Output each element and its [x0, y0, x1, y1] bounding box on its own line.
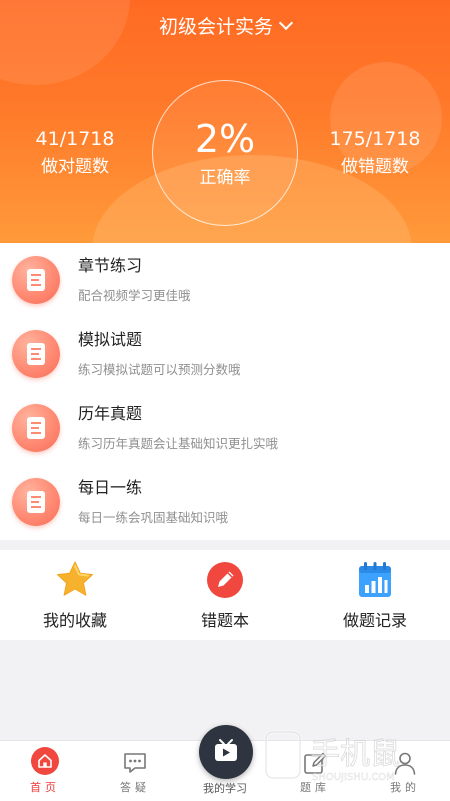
chevron-down-icon: [278, 15, 294, 31]
nav-study-label: 我的学习: [203, 782, 247, 795]
document-icon: [12, 404, 60, 452]
practice-subtitle: 练习历年真题会让基础知识更扎实哦: [78, 436, 279, 451]
edit-icon: [304, 752, 327, 774]
favorites-button[interactable]: 我的收藏: [0, 550, 150, 640]
practice-item-daily[interactable]: 每日一练 每日一练会巩固基础知识哦: [0, 465, 450, 539]
nav-label: 首页: [30, 781, 60, 794]
practice-title: 每日一练: [78, 478, 143, 497]
practice-item-chapter[interactable]: 章节练习 配合视频学习更佳哦: [0, 243, 450, 317]
correct-count: 41/1718: [35, 128, 115, 150]
practice-subtitle: 练习模拟试题可以预测分数哦: [78, 362, 241, 377]
nav-label: 题库: [300, 781, 330, 794]
document-icon: [12, 478, 60, 526]
wrong-stat: 175/1718 做错题数: [300, 126, 450, 180]
practice-title: 模拟试题: [78, 330, 143, 349]
correct-label: 做对题数: [41, 157, 109, 177]
correct-stat: 41/1718 做对题数: [0, 126, 150, 180]
practice-title: 历年真题: [78, 404, 143, 423]
practice-item-mock[interactable]: 模拟试题 练习模拟试题可以预测分数哦: [0, 317, 450, 391]
stats-header: 初级会计实务 41/1718 做对题数 2% 正确率 175/1718 做错题数: [0, 0, 450, 243]
tool-label: 错题本: [200, 611, 249, 630]
practice-subtitle: 每日一练会巩固基础知识哦: [78, 510, 229, 525]
wrong-label: 做错题数: [341, 157, 409, 177]
document-icon: [12, 256, 60, 304]
nav-qa[interactable]: 答疑: [90, 741, 180, 801]
home-icon: [31, 747, 59, 775]
document-icon: [12, 330, 60, 378]
practice-item-past[interactable]: 历年真题 练习历年真题会让基础知识更扎实哦: [0, 391, 450, 465]
subject-title: 初级会计实务: [158, 16, 273, 38]
nav-label: 我的: [390, 781, 420, 794]
star-icon: [57, 561, 93, 596]
tv-play-icon: [215, 739, 237, 761]
nav-study-button[interactable]: [199, 725, 253, 779]
wrong-book-button[interactable]: 错题本: [150, 550, 300, 640]
subject-selector[interactable]: 初级会计实务: [0, 14, 450, 40]
nav-label: 答疑: [120, 781, 150, 794]
chart-calendar-icon: [359, 562, 391, 597]
accuracy-value: 2%: [194, 117, 256, 161]
practice-subtitle: 配合视频学习更佳哦: [78, 288, 191, 303]
user-icon: [394, 752, 416, 775]
accuracy-ring: 2% 正确率: [152, 80, 298, 226]
tool-label: 我的收藏: [42, 611, 107, 630]
practice-title: 章节练习: [78, 256, 143, 275]
pencil-icon: [207, 562, 243, 598]
practice-record-button[interactable]: 做题记录: [300, 550, 450, 640]
decor-circle: [0, 0, 130, 85]
practice-list: 章节练习 配合视频学习更佳哦 模拟试题 练习模拟试题可以预测分数哦 历年真题 练…: [0, 243, 450, 540]
accuracy-label: 正确率: [199, 168, 251, 188]
nav-home[interactable]: 首页: [0, 741, 90, 801]
tools-row: 我的收藏 错题本 做题记录: [0, 550, 450, 640]
wrong-count: 175/1718: [329, 128, 421, 150]
tool-label: 做题记录: [342, 611, 407, 630]
nav-bank[interactable]: 题库: [270, 741, 360, 801]
chat-bubble-icon: [124, 753, 146, 773]
nav-mine[interactable]: 我的: [360, 741, 450, 801]
